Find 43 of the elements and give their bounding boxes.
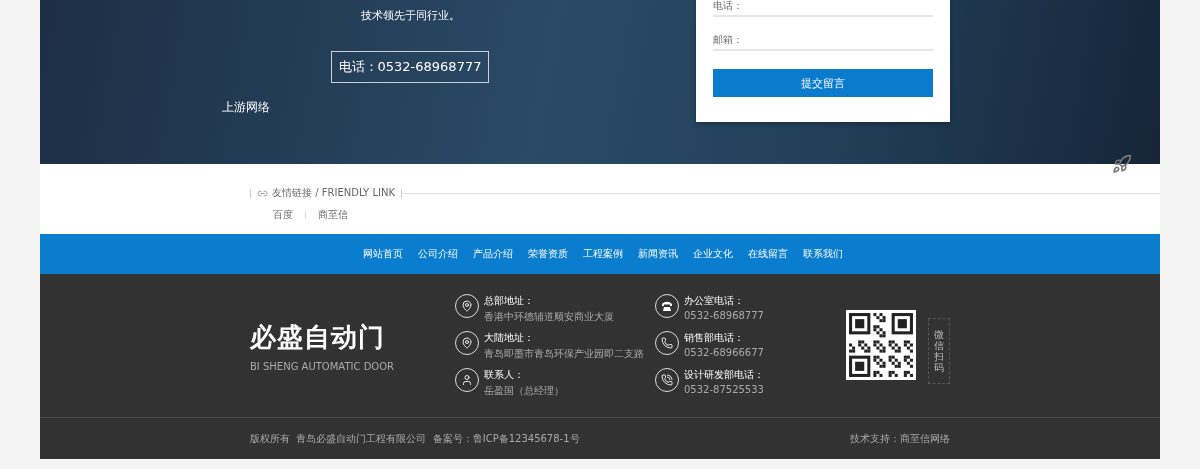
contact-value: 青岛即墨市青岛环保产业园即二支路 [484, 347, 644, 361]
friendly-link[interactable]: 商至信 [318, 208, 348, 222]
nav-link[interactable]: 产品介绍 [472, 247, 513, 261]
contact-value: 岳盈国（总经理） [484, 384, 564, 398]
contact-value: 0532-68968777 [684, 310, 764, 321]
friendly-link[interactable]: 百度 [273, 208, 293, 222]
nav-link[interactable]: 联系我们 [802, 247, 843, 261]
nav-link[interactable]: 企业文化 [692, 247, 733, 261]
rocket-icon[interactable] [1112, 154, 1132, 174]
logo-text: 必盛自动门 [250, 321, 386, 354]
nav-link[interactable]: 新闻资讯 [637, 247, 678, 261]
contact-value: 0532-68966677 [684, 347, 764, 358]
intro-text: 技术领先于同行业。 [360, 8, 460, 23]
submit-button[interactable]: 提交留言 [713, 69, 933, 97]
input-field[interactable]: 邮箱： [713, 31, 933, 51]
contact-value: 香港中环德辅道顺安商业大厦 [484, 310, 614, 324]
person-icon [461, 374, 473, 386]
contact-label: 大陆地址： [484, 331, 535, 345]
location-pin-icon [461, 300, 473, 312]
desk-telephone-icon [661, 300, 673, 312]
nav-link[interactable]: 在线留言 [747, 247, 788, 261]
contact-value: 0532-87525533 [684, 384, 764, 395]
nav-link[interactable]: 公司介绍 [417, 247, 458, 261]
tech-support-text: 技术支持：商至信网络 [850, 431, 950, 446]
nav-link[interactable]: 工程案例 [582, 247, 623, 261]
contact-label: 联系人： [484, 368, 525, 382]
nav-link[interactable]: 荣誉资质 [527, 247, 568, 261]
contact-label: 办公室电话： [684, 294, 745, 308]
location-pin-icon [461, 337, 473, 349]
nav-link[interactable]: 网站首页 [362, 247, 403, 261]
logo-subtitle: BI SHENG AUTOMATIC DOOR [250, 361, 396, 372]
contact-label: 总部地址： [484, 294, 535, 308]
phone-call-icon [661, 374, 673, 386]
brand-text: 上游网络 [222, 99, 270, 116]
copyright-text: 版权所有 青岛必盛自动门工程有限公司 备案号：鲁ICP备12345678-1号 [250, 431, 580, 446]
friendly-links-title: 友情链接 / FRIENDLY LINK [272, 186, 395, 200]
qr-caption: 微信扫码 [928, 318, 950, 384]
phone-box: 电话：0532-68968777 [330, 51, 490, 83]
contact-label: 设计研发部电话： [684, 368, 764, 382]
qr-code-icon [846, 310, 916, 380]
contact-label: 销售部电话： [684, 331, 745, 345]
input-field[interactable]: 电话： [713, 0, 933, 17]
phone-icon [661, 337, 673, 349]
